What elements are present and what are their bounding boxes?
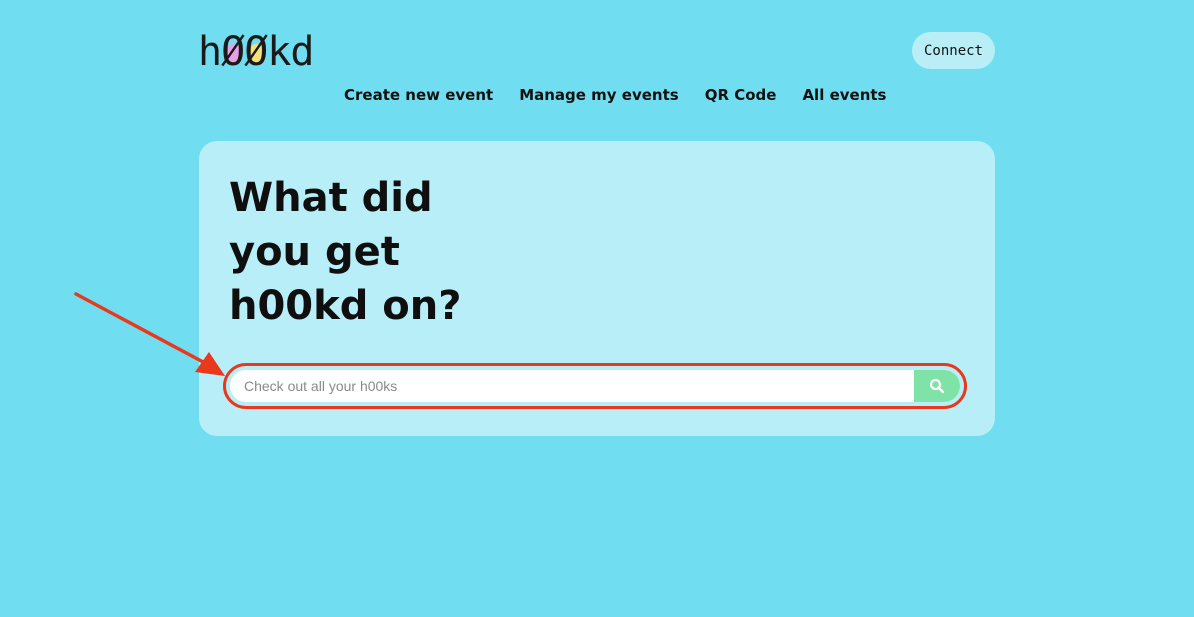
connect-button[interactable]: Connect <box>912 32 995 69</box>
annotation-arrow <box>74 292 225 376</box>
nav-create-new-event[interactable]: Create new event <box>344 86 493 106</box>
search-input[interactable] <box>230 370 914 402</box>
search-bar <box>230 370 960 402</box>
logo-o-yellow: Ø <box>244 29 268 75</box>
hero-headline-line1: What did <box>229 175 433 221</box>
hero-headline: What did you get h00kd on? <box>229 171 461 333</box>
nav-qr-code[interactable]: QR Code <box>705 86 777 106</box>
logo[interactable]: h Ø Ø kd <box>198 28 314 75</box>
hero-headline-line3: h00kd on? <box>229 283 462 329</box>
search-icon <box>929 378 945 394</box>
logo-text-kd: kd <box>267 29 314 75</box>
hero-card: What did you get h00kd on? <box>199 141 995 436</box>
logo-text-h: h <box>198 29 222 75</box>
logo-text-o1: Ø <box>221 29 245 75</box>
logo-o-pink: Ø <box>221 29 245 75</box>
hero-headline-line2: you get <box>229 229 400 275</box>
main-nav: Create new event Manage my events QR Cod… <box>344 86 886 106</box>
search-highlight-outline <box>223 363 967 409</box>
nav-all-events[interactable]: All events <box>802 86 886 106</box>
search-button[interactable] <box>914 370 960 402</box>
logo-text-o2: Ø <box>244 29 268 75</box>
nav-manage-my-events[interactable]: Manage my events <box>519 86 679 106</box>
